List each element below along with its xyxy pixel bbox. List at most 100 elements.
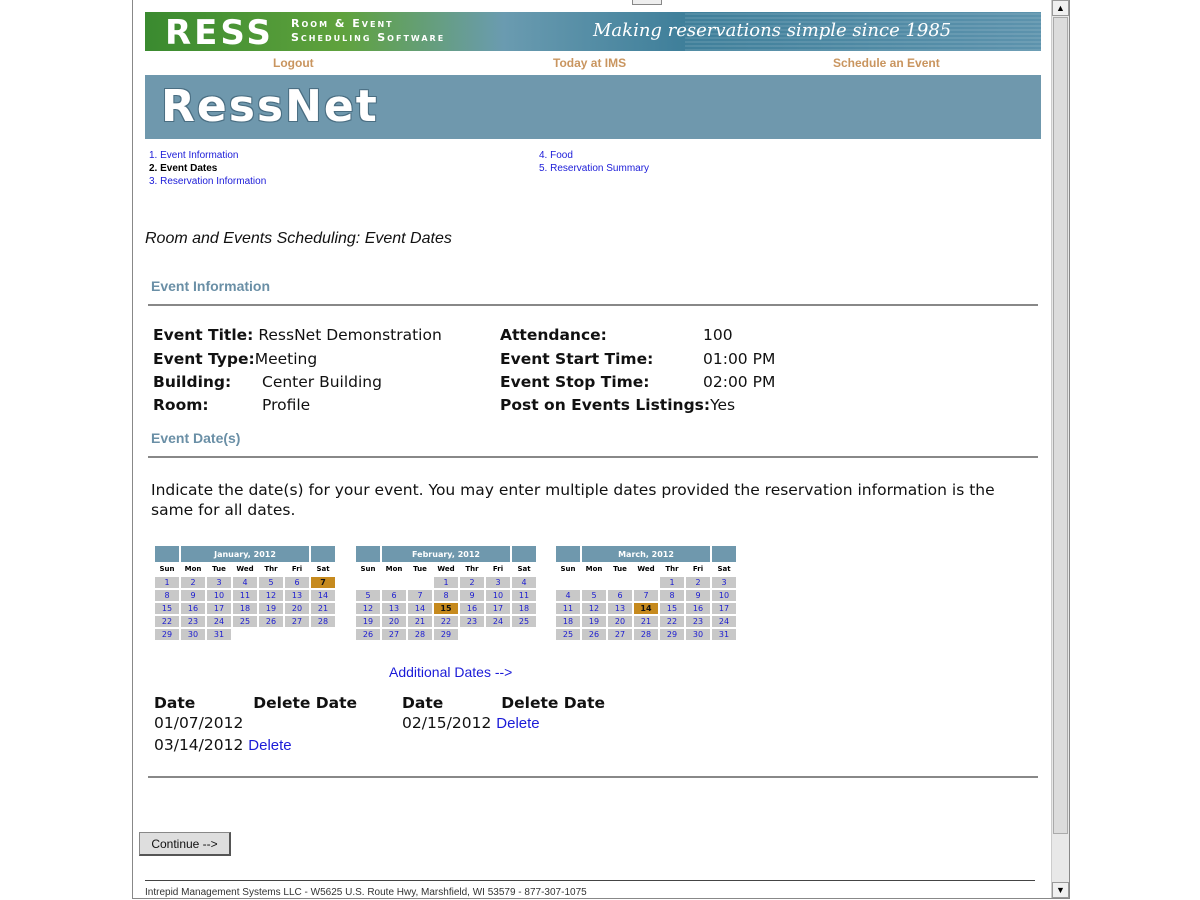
calendar-day[interactable]: 18	[556, 616, 580, 627]
calendar-day[interactable]: 4	[512, 577, 536, 588]
continue-button[interactable]: Continue -->	[139, 832, 231, 856]
calendar-day[interactable]: 27	[608, 629, 632, 640]
calendar-day[interactable]: 13	[608, 603, 632, 614]
calendar-day[interactable]: 28	[634, 629, 658, 640]
calendar-day[interactable]: 21	[408, 616, 432, 627]
calendar-day-selected[interactable]: 14	[634, 603, 658, 614]
step-food[interactable]: 4. Food	[539, 149, 649, 162]
calendar-day[interactable]: 26	[259, 616, 283, 627]
calendar-day[interactable]: 7	[408, 590, 432, 601]
calendar-day[interactable]: 21	[311, 603, 335, 614]
schedule-event-link[interactable]: Schedule an Event	[833, 56, 940, 70]
calendar-day[interactable]: 2	[181, 577, 205, 588]
calendar-day[interactable]: 19	[356, 616, 380, 627]
calendar-day[interactable]: 17	[712, 603, 736, 614]
calendar-day[interactable]: 17	[486, 603, 510, 614]
calendar-day[interactable]: 24	[712, 616, 736, 627]
calendar-day[interactable]: 8	[660, 590, 684, 601]
calendar-day[interactable]: 20	[285, 603, 309, 614]
calendar-day[interactable]: 24	[486, 616, 510, 627]
calendar-day[interactable]: 27	[285, 616, 309, 627]
calendar-day[interactable]: 9	[181, 590, 205, 601]
calendar-day[interactable]: 29	[434, 629, 458, 640]
calendar-day[interactable]: 23	[460, 616, 484, 627]
calendar-day[interactable]: 11	[233, 590, 257, 601]
calendar-day[interactable]: 6	[382, 590, 406, 601]
calendar-day[interactable]: 3	[486, 577, 510, 588]
calendar-day[interactable]: 13	[285, 590, 309, 601]
calendar-day[interactable]: 8	[155, 590, 179, 601]
calendar-day[interactable]: 5	[356, 590, 380, 601]
calendar-day[interactable]: 5	[582, 590, 606, 601]
calendar-day[interactable]: 16	[460, 603, 484, 614]
calendar-day[interactable]: 2	[686, 577, 710, 588]
calendar-day[interactable]: 12	[582, 603, 606, 614]
calendar-day[interactable]: 29	[660, 629, 684, 640]
calendar-day[interactable]: 26	[356, 629, 380, 640]
calendar-day[interactable]: 24	[207, 616, 231, 627]
calendar-day-selected[interactable]: 7	[311, 577, 335, 588]
calendar-day[interactable]: 16	[181, 603, 205, 614]
step-event-information[interactable]: 1. Event Information	[149, 149, 266, 162]
calendar-day[interactable]: 6	[285, 577, 309, 588]
additional-dates-link[interactable]: Additional Dates -->	[389, 664, 512, 680]
calendar-day[interactable]: 23	[686, 616, 710, 627]
calendar-day[interactable]: 11	[512, 590, 536, 601]
calendar-day[interactable]: 28	[311, 616, 335, 627]
calendar-day[interactable]: 30	[181, 629, 205, 640]
calendar-day[interactable]: 29	[155, 629, 179, 640]
calendar-day-selected[interactable]: 15	[434, 603, 458, 614]
calendar-day[interactable]: 28	[408, 629, 432, 640]
calendar-day[interactable]: 7	[634, 590, 658, 601]
calendar-day[interactable]: 20	[382, 616, 406, 627]
calendar-day[interactable]: 10	[712, 590, 736, 601]
calendar-day[interactable]: 14	[311, 590, 335, 601]
calendar-day[interactable]: 10	[486, 590, 510, 601]
calendar-day[interactable]: 2	[460, 577, 484, 588]
calendar-day[interactable]: 12	[356, 603, 380, 614]
calendar-day[interactable]: 22	[155, 616, 179, 627]
calendar-day[interactable]: 22	[434, 616, 458, 627]
calendar-day[interactable]: 11	[556, 603, 580, 614]
calendar-day[interactable]: 21	[634, 616, 658, 627]
delete-date-link[interactable]: Delete	[248, 737, 291, 754]
calendar-day[interactable]: 17	[207, 603, 231, 614]
calendar-day[interactable]: 23	[181, 616, 205, 627]
calendar-day[interactable]: 22	[660, 616, 684, 627]
calendar-day[interactable]: 5	[259, 577, 283, 588]
calendar-day[interactable]: 1	[660, 577, 684, 588]
calendar-day[interactable]: 12	[259, 590, 283, 601]
calendar-day[interactable]: 25	[556, 629, 580, 640]
calendar-day[interactable]: 9	[460, 590, 484, 601]
calendar-day[interactable]: 15	[660, 603, 684, 614]
calendar-day[interactable]: 8	[434, 590, 458, 601]
scrollbar-thumb[interactable]	[1053, 17, 1068, 834]
calendar-day[interactable]: 26	[582, 629, 606, 640]
calendar-day[interactable]: 25	[233, 616, 257, 627]
calendar-day[interactable]: 6	[608, 590, 632, 601]
step-reservation-summary[interactable]: 5. Reservation Summary	[539, 162, 649, 175]
calendar-day[interactable]: 14	[408, 603, 432, 614]
calendar-day[interactable]: 27	[382, 629, 406, 640]
calendar-day[interactable]: 30	[686, 629, 710, 640]
delete-date-link[interactable]: Delete	[496, 715, 539, 732]
calendar-day[interactable]: 19	[582, 616, 606, 627]
calendar-day[interactable]: 18	[233, 603, 257, 614]
scroll-down-button[interactable]: ▼	[1052, 882, 1069, 898]
calendar-day[interactable]: 10	[207, 590, 231, 601]
calendar-day[interactable]: 19	[259, 603, 283, 614]
calendar-day[interactable]: 20	[608, 616, 632, 627]
calendar-day[interactable]: 31	[207, 629, 231, 640]
calendar-day[interactable]: 15	[155, 603, 179, 614]
calendar-day[interactable]: 13	[382, 603, 406, 614]
calendar-day[interactable]: 3	[207, 577, 231, 588]
today-at-ims-link[interactable]: Today at IMS	[553, 56, 626, 70]
calendar-day[interactable]: 1	[434, 577, 458, 588]
calendar-day[interactable]: 31	[712, 629, 736, 640]
calendar-day[interactable]: 18	[512, 603, 536, 614]
calendar-day[interactable]: 16	[686, 603, 710, 614]
step-reservation-information[interactable]: 3. Reservation Information	[149, 175, 266, 188]
calendar-day[interactable]: 9	[686, 590, 710, 601]
calendar-day[interactable]: 25	[512, 616, 536, 627]
calendar-day[interactable]: 4	[556, 590, 580, 601]
